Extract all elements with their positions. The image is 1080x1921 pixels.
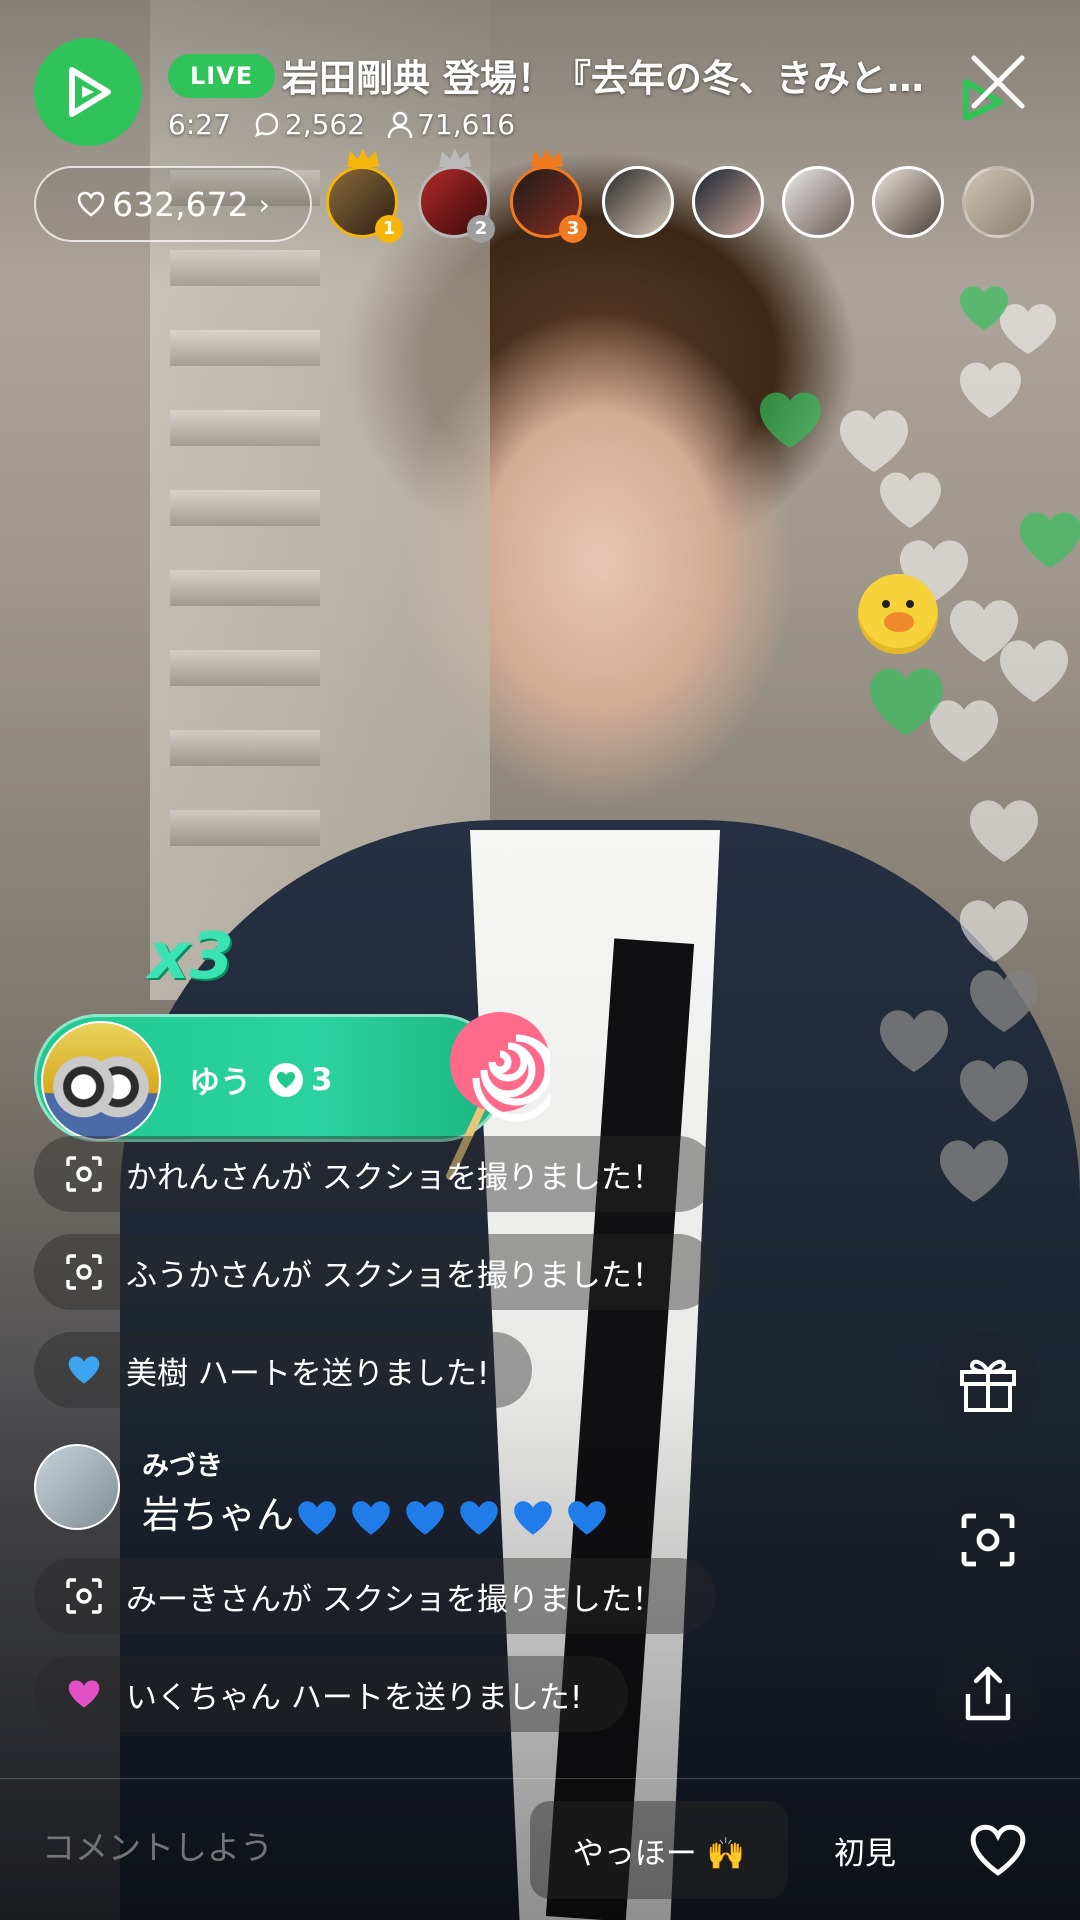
top-viewer-1-avatar[interactable]: 1: [326, 149, 403, 243]
viewer-count: 71,616: [417, 108, 516, 141]
viewer-avatar[interactable]: [692, 166, 764, 238]
message-text: みーきさんが スクショを撮りました！: [126, 1581, 663, 1618]
commenter-avatar[interactable]: [34, 1444, 120, 1530]
floating-hearts: [760, 286, 1080, 1202]
viewer-avatar[interactable]: [962, 166, 1034, 238]
likes-count: 632,672: [112, 184, 249, 224]
blue-heart-icon: [402, 1493, 456, 1537]
system-message-screenshot: かれんさんが スクショを撮りました！: [34, 1136, 716, 1212]
message-text: ふうかさんが スクショを撮りました！: [126, 1257, 663, 1294]
chevron-right-icon: ›: [258, 187, 270, 221]
broadcast-title: 岩田剛典 登場！『去年の冬、きみと…: [282, 57, 924, 100]
gift-icon: [960, 1359, 1016, 1412]
blue-heart-icon: [456, 1493, 510, 1537]
rank-badge: 1: [375, 215, 403, 243]
live-badge: LIVE: [168, 54, 276, 98]
comment-body: 岩ちゃん: [142, 1493, 295, 1537]
screenshot-icon: [64, 1252, 104, 1292]
broadcast-stats: 6:27 2,562 71,616: [168, 108, 519, 141]
heart-icon: [64, 1674, 104, 1714]
gift-sender-name: ゆう: [189, 1065, 251, 1101]
share-icon: [965, 1666, 1011, 1721]
likes-counter-button[interactable]: 632,672 ›: [34, 166, 312, 242]
heart-outline-icon: [77, 191, 105, 217]
viewer-icon: [387, 111, 413, 138]
top-viewer-2-avatar[interactable]: 2: [418, 149, 495, 243]
comment-text: 岩ちゃん: [142, 1484, 618, 1539]
crown-icon: [439, 149, 471, 167]
screenshot-button[interactable]: [936, 1488, 1040, 1592]
crown-icon: [531, 149, 563, 167]
gift-button[interactable]: [936, 1332, 1040, 1436]
screenshot-icon: [64, 1576, 104, 1616]
comment-count: 2,562: [284, 108, 366, 141]
quick-reply-button[interactable]: 初見: [810, 1801, 920, 1899]
elapsed-time: 6:27: [168, 108, 231, 141]
message-text: 美樹 ハートを送りました!: [126, 1355, 490, 1392]
comment-icon: [254, 112, 279, 137]
top-viewer-3-avatar[interactable]: 3: [510, 149, 587, 243]
system-message-screenshot: ふうかさんが スクショを撮りました！: [34, 1234, 716, 1310]
blue-heart-icon: [564, 1493, 618, 1537]
blue-heart-icon: [348, 1493, 402, 1537]
viewer-avatar[interactable]: [872, 166, 944, 238]
screenshot-icon: [961, 1513, 1015, 1567]
viewer-avatar[interactable]: [782, 166, 854, 238]
rank-badge: 2: [467, 215, 495, 243]
blue-heart-icon: [510, 1493, 564, 1537]
gift-banner: ゆう 3: [34, 1014, 504, 1142]
sticker-duck: [858, 574, 938, 654]
quick-reply-button[interactable]: やっほー 🙌: [530, 1801, 788, 1899]
gift-sender: ゆう 3: [189, 1057, 333, 1102]
system-message-heart: 美樹 ハートを送りました!: [34, 1332, 532, 1408]
message-text: かれんさんが スクショを撮りました！: [126, 1159, 663, 1196]
viewer-avatar[interactable]: [602, 166, 674, 238]
blue-heart-icon: [294, 1493, 348, 1537]
heart-icon: [64, 1350, 104, 1390]
heart-icon: [269, 1062, 303, 1097]
share-button[interactable]: [936, 1642, 1040, 1746]
bottom-bar: やっほー 🙌 初見: [0, 1778, 1080, 1921]
gift-combo-count: x3: [148, 920, 234, 994]
comment-input[interactable]: [40, 1827, 504, 1868]
commenter-name: みづき: [142, 1451, 223, 1482]
system-message-heart: いくちゃん ハートを送りました!: [34, 1656, 628, 1732]
heart-outline-icon: [970, 1824, 1026, 1876]
gift-count: 3: [311, 1061, 333, 1098]
crown-icon: [347, 149, 379, 167]
message-text: いくちゃん ハートを送りました!: [126, 1679, 583, 1716]
like-button[interactable]: [948, 1801, 1048, 1899]
screenshot-icon: [64, 1154, 104, 1194]
close-icon[interactable]: [960, 50, 1030, 120]
line-live-logo[interactable]: [34, 38, 142, 146]
play-icon: [69, 67, 111, 117]
rank-badge: 3: [559, 215, 587, 243]
gift-sender-avatar: [41, 1021, 161, 1141]
system-message-screenshot: みーきさんが スクショを撮りました！: [34, 1558, 716, 1634]
